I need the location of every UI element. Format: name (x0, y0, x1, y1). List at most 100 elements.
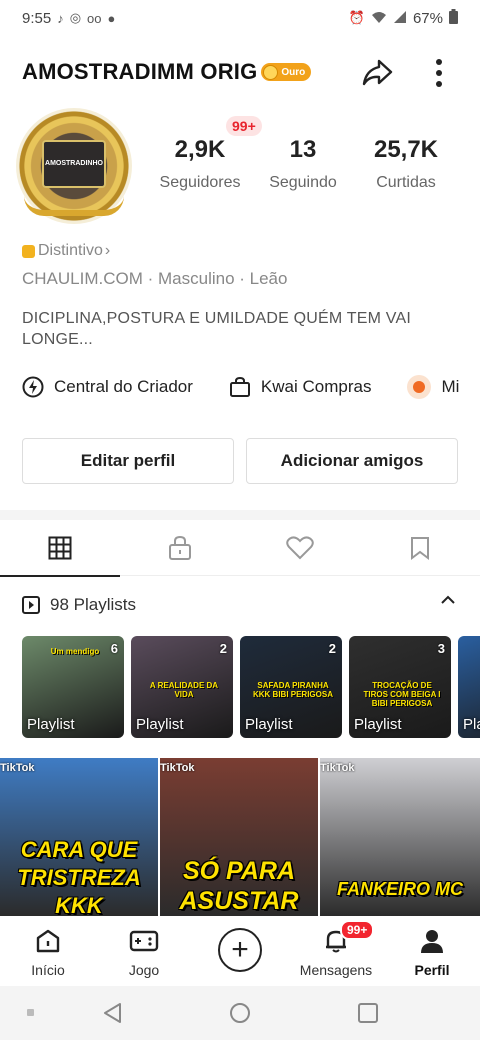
tab-private[interactable] (120, 520, 240, 576)
battery-percent: 67% (412, 9, 443, 27)
profile-header: AMOSTRADIMM ORIG Ouro (0, 48, 480, 96)
playlist-caption: A REALIDADE DA VIDA (149, 681, 219, 699)
playlist-label: Playlist (136, 716, 184, 733)
home-icon (36, 929, 60, 953)
status-bar-left: 9:55 ♪ ◎ oo ● (22, 10, 115, 27)
following-label: Seguindo (269, 174, 337, 191)
profile-name: AMOSTRADIMM ORIG (22, 59, 258, 84)
mi-link[interactable]: Mi (407, 375, 459, 399)
playlist-card[interactable]: Um mendigo 6 Playlist (22, 636, 124, 738)
video-caption: SÓ PARA ASUSTAR (179, 857, 299, 915)
tab-liked[interactable] (240, 520, 360, 576)
voicemail-icon: oo (87, 10, 102, 26)
gold-badge[interactable]: Ouro (261, 63, 312, 81)
video-caption: FANKEIRO MC (337, 879, 463, 899)
video-caption: CARA QUE TRISTREZA KKK (17, 837, 141, 916)
chevron-right-icon: › (104, 242, 111, 259)
video-thumbnail[interactable]: TikTok FANKEIRO MC (320, 758, 480, 916)
chevron-up-icon[interactable] (440, 594, 456, 606)
following-count: 13 (289, 136, 317, 163)
heart-icon (286, 536, 314, 560)
edit-profile-button[interactable]: Editar perfil (22, 438, 234, 484)
video-thumbnail[interactable]: TikTok CARA QUE TRISTREZA KKK (0, 758, 158, 916)
lock-icon (169, 535, 191, 560)
battery-icon (449, 9, 458, 27)
playlist-card[interactable]: TROCAÇÃO DE TIROS COM BEIGA I BIBI PERIG… (349, 636, 451, 738)
nav-home[interactable]: Início (0, 916, 96, 986)
status-bar: 9:55 ♪ ◎ oo ● ⏰ 67% (0, 0, 480, 36)
tiktok-notification-icon: ♪ (57, 10, 64, 26)
playlist-label: Playlist (245, 716, 293, 733)
nav-profile-label: Perfil (414, 962, 450, 978)
home-circle-icon[interactable] (229, 1002, 251, 1024)
playlist-caption: SAFADA PIRANHA KKK BIBI PERIGOSA (252, 681, 333, 699)
nav-create[interactable]: + (192, 916, 288, 986)
playlist-card[interactable]: A REALIDADE DA VIDA 2 Playlist (131, 636, 233, 738)
coin-icon (263, 64, 279, 80)
playlist-caption: TROCAÇÃO DE TIROS COM BEIGA I BIBI PERIG… (363, 681, 441, 708)
profile-info-line: CHAULIM.COM · Masculino · Leão (22, 269, 288, 288)
grid-icon (48, 536, 72, 560)
gold-badge-label: Ouro (281, 66, 306, 78)
video-thumbnail[interactable]: TikTok SÓ PARA ASUSTAR (160, 758, 318, 916)
followers-count: 2,9K (174, 136, 226, 163)
gamepad-icon (129, 930, 159, 952)
distintivo-label: Distintivo (38, 242, 103, 259)
playlist-label: Pla (463, 716, 480, 733)
playlists-header[interactable]: 98 Playlists (22, 592, 462, 618)
share-button[interactable] (360, 56, 394, 90)
shopping-bag-icon (229, 376, 251, 398)
more-options-button[interactable] (422, 56, 456, 90)
wifi-icon (371, 10, 387, 27)
playlist-count: 3 (437, 641, 445, 656)
stat-followers[interactable]: 2,9K Seguidores (150, 136, 250, 192)
playlist-card[interactable]: SAFADA PIRANHA KKK BIBI PERIGOSA 2 Playl… (240, 636, 342, 738)
nav-games[interactable]: Jogo (96, 916, 192, 986)
tab-saved[interactable] (360, 520, 480, 576)
stat-following[interactable]: 13 Seguindo (253, 136, 353, 192)
nav-home-label: Início (31, 962, 65, 978)
laurel-wreath-icon (24, 196, 124, 216)
messages-badge: 99+ (340, 920, 375, 940)
likes-label: Curtidas (376, 174, 436, 191)
bottom-navigation: Início Jogo + 99+ Mensagens Perfil (0, 916, 480, 986)
status-bar-right: ⏰ 67% (349, 9, 458, 27)
share-icon (362, 59, 393, 86)
distintivo-badge-icon (22, 244, 35, 258)
recents-icon[interactable] (357, 1002, 379, 1024)
content-tabs (0, 520, 480, 577)
playlist-count: 6 (110, 641, 118, 656)
playlist-label: Playlist (354, 716, 402, 733)
back-icon[interactable] (102, 1002, 122, 1024)
plus-icon: + (218, 928, 262, 972)
playlist-label: Playlist (27, 716, 75, 733)
playlist-card[interactable]: Pla (458, 636, 480, 738)
stat-likes[interactable]: 25,7K Curtidas (356, 136, 456, 192)
creator-center-label: Central do Criador (54, 377, 193, 396)
nav-messages[interactable]: 99+ Mensagens (288, 916, 384, 986)
notification-count-badge: 99+ (226, 116, 262, 136)
creator-center-link[interactable]: Central do Criador (22, 376, 193, 398)
playlists-count: 98 Playlists (50, 595, 136, 614)
playlist-count: 2 (219, 641, 227, 656)
signal-icon (393, 10, 407, 27)
profile-avatar[interactable]: AMOSTRADINHO (16, 108, 132, 224)
tab-grid[interactable] (0, 520, 120, 577)
followers-label: Seguidores (159, 174, 241, 191)
person-icon (421, 930, 443, 953)
kwai-shop-label: Kwai Compras (260, 377, 372, 396)
mi-label: Mi (441, 377, 460, 396)
playlist-caption: Um mendigo (50, 647, 100, 656)
add-friends-button[interactable]: Adicionar amigos (246, 438, 458, 484)
bookmark-icon (411, 537, 429, 560)
kwai-shop-link[interactable]: Kwai Compras (229, 376, 372, 398)
playlists-row: Um mendigo 6 Playlist A REALIDADE DA VID… (22, 636, 480, 738)
system-navigation-bar (0, 986, 480, 1040)
alarm-icon: ⏰ (348, 10, 365, 25)
app-notification-icon: ● (107, 10, 116, 26)
quick-links: Central do Criador Kwai Compras Mi (22, 372, 480, 402)
nav-messages-label: Mensagens (299, 962, 373, 978)
nav-profile[interactable]: Perfil (384, 916, 480, 986)
distintivo-link[interactable]: Distintivo › (22, 242, 110, 260)
lightning-icon (22, 376, 44, 398)
